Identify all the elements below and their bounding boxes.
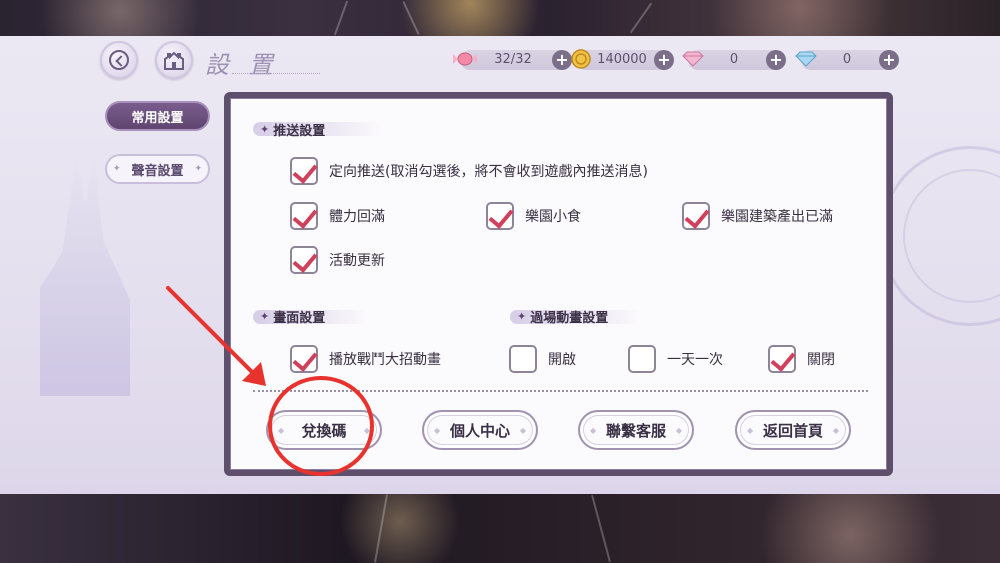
checkbox[interactable] [486, 202, 514, 230]
option-transition-off[interactable]: 關閉 [768, 345, 835, 373]
add-pink-diamond-button[interactable]: + [766, 50, 786, 70]
pink-diamond-resource: 0 + [682, 50, 786, 70]
option-event-update[interactable]: 活動更新 [290, 246, 385, 274]
coin-value: 140000 [597, 52, 647, 67]
annotation-circle [268, 376, 374, 476]
back-arrow-icon [109, 50, 129, 70]
return-home-button[interactable]: 返回首頁 [735, 410, 851, 450]
blue-diamond-resource: 0 + [795, 50, 899, 70]
checkbox[interactable] [509, 345, 537, 373]
candy-icon [452, 46, 478, 72]
checkbox[interactable] [290, 246, 318, 274]
option-label: 樂園建築產出已滿 [721, 209, 833, 225]
tab-sound-settings[interactable]: 聲音設置 [105, 154, 210, 184]
tab-general-settings[interactable]: 常用設置 [105, 101, 210, 131]
option-label: 播放戰鬥大招動畫 [329, 352, 441, 368]
sparkle-icon: ✦ [517, 309, 527, 323]
section-display-label: 畫面設置 [273, 310, 326, 326]
option-stamina-full[interactable]: 體力回滿 [290, 202, 385, 230]
add-coin-button[interactable]: + [654, 50, 674, 70]
option-label: 一天一次 [667, 352, 723, 368]
checkbox[interactable] [290, 157, 318, 185]
section-transition-label: 過場動畫設置 [530, 310, 609, 326]
stamina-resource: 32/32 + [453, 50, 572, 70]
page-title: 設 置 [205, 51, 279, 79]
background-top [0, 0, 1000, 36]
checkbox[interactable] [290, 202, 318, 230]
personal-center-button[interactable]: 個人中心 [422, 410, 538, 450]
coin-resource: 140000 + [571, 49, 674, 70]
option-building-output-full[interactable]: 樂園建築產出已滿 [682, 202, 833, 230]
castle-silhouette [40, 156, 130, 396]
option-transition-once-a-day[interactable]: 一天一次 [628, 345, 723, 373]
back-button[interactable] [100, 41, 138, 79]
option-label: 關閉 [807, 352, 835, 368]
option-label: 體力回滿 [329, 209, 385, 225]
section-transition-settings: ✦ 過場動畫設置 [513, 305, 608, 327]
section-push-label: 推送設置 [273, 123, 326, 139]
blue-diamond-icon [793, 46, 819, 72]
ferris-wheel-decoration [880, 146, 1000, 326]
coin-icon [568, 46, 594, 72]
option-park-snack[interactable]: 樂園小食 [486, 202, 581, 230]
option-targeted-push[interactable]: 定向推送(取消勾選後，將不會收到遊戲內推送消息) [290, 157, 648, 185]
add-blue-diamond-button[interactable]: + [879, 50, 899, 70]
sparkle-icon: ✦ [260, 122, 270, 136]
option-transition-on[interactable]: 開啟 [509, 345, 576, 373]
checkbox[interactable] [682, 202, 710, 230]
checkbox[interactable] [628, 345, 656, 373]
section-push-settings: ✦ 推送設置 [256, 118, 325, 140]
checkbox[interactable] [290, 345, 318, 373]
option-label: 開啟 [548, 352, 576, 368]
contact-support-button[interactable]: 聯繫客服 [578, 410, 694, 450]
background-bottom [0, 494, 1000, 563]
stamina-value: 32/32 [494, 52, 532, 67]
castle-home-icon [164, 51, 184, 70]
option-ultimate-animation[interactable]: 播放戰鬥大招動畫 [290, 345, 441, 373]
option-label: 定向推送(取消勾選後，將不會收到遊戲內推送消息) [329, 164, 648, 180]
blue-diamond-value: 0 [842, 52, 852, 67]
title-decoration [232, 66, 320, 74]
checkbox[interactable] [768, 345, 796, 373]
home-button[interactable] [155, 41, 193, 79]
option-label: 活動更新 [329, 253, 385, 269]
pink-diamond-value: 0 [729, 52, 739, 67]
pink-diamond-icon [680, 46, 706, 72]
option-label: 樂園小食 [525, 209, 581, 225]
annotation-arrow-icon [166, 286, 266, 386]
